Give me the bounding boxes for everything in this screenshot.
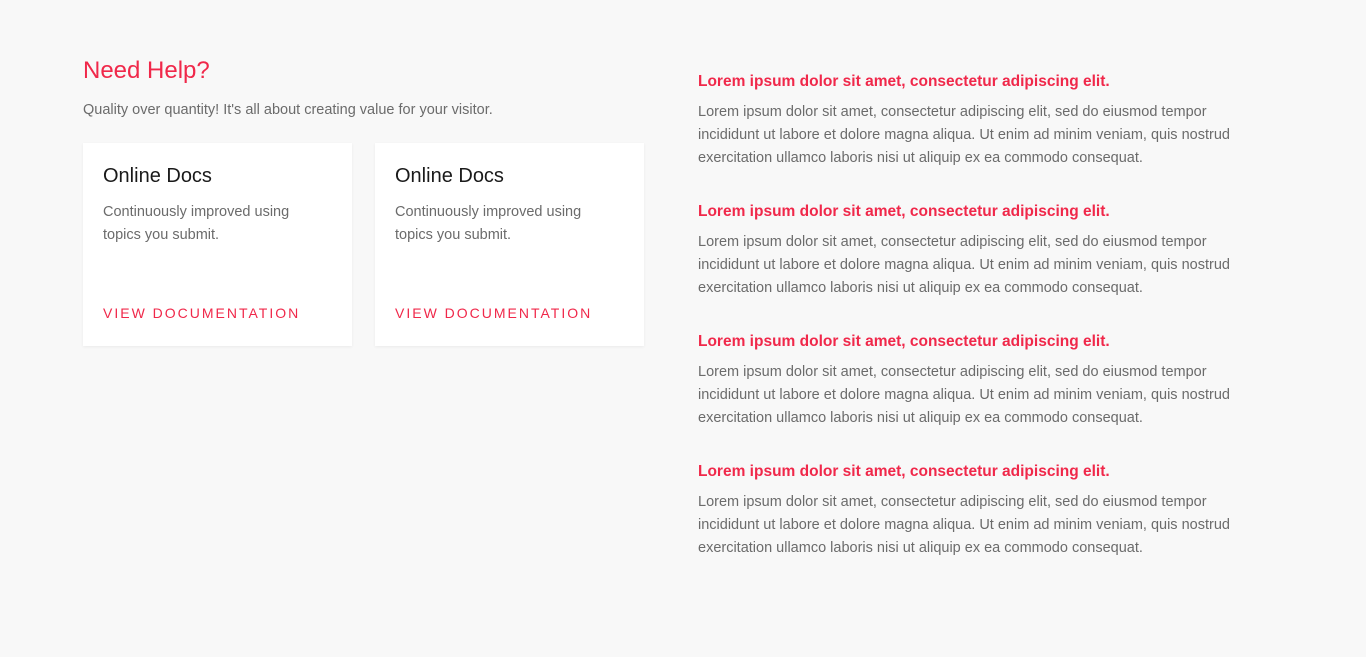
faq-answer: Lorem ipsum dolor sit amet, consectetur … (698, 234, 1230, 296)
faq-answer: Lorem ipsum dolor sit amet, consectetur … (698, 494, 1230, 556)
faq-answer: Lorem ipsum dolor sit amet, consectetur … (698, 364, 1230, 426)
docs-cards: Online Docs Continuously improved using … (83, 143, 645, 346)
view-documentation-link[interactable]: VIEW DOCUMENTATION (395, 305, 592, 321)
docs-card: Online Docs Continuously improved using … (83, 143, 352, 346)
faq-question: Lorem ipsum dolor sit amet, consectetur … (698, 73, 1110, 90)
card-description: Continuously improved using topics you s… (103, 204, 290, 243)
help-subtitle: Quality over quantity! It's all about cr… (83, 102, 493, 118)
faq-question: Lorem ipsum dolor sit amet, consectetur … (698, 333, 1110, 350)
faq-list: Lorem ipsum dolor sit amet, consectetur … (698, 70, 1278, 590)
help-heading: Need Help? (83, 57, 210, 84)
view-documentation-link[interactable]: VIEW DOCUMENTATION (103, 305, 300, 321)
faq-question: Lorem ipsum dolor sit amet, consectetur … (698, 203, 1110, 220)
faq-item: Lorem ipsum dolor sit amet, consectetur … (698, 70, 1278, 170)
faq-answer: Lorem ipsum dolor sit amet, consectetur … (698, 104, 1230, 166)
docs-card: Online Docs Continuously improved using … (375, 143, 644, 346)
help-intro: Need Help? Quality over quantity! It's a… (83, 56, 645, 346)
card-description: Continuously improved using topics you s… (395, 204, 582, 243)
card-title: Online Docs (395, 165, 504, 187)
faq-item: Lorem ipsum dolor sit amet, consectetur … (698, 460, 1278, 560)
help-section: Need Help? Quality over quantity! It's a… (0, 0, 1366, 657)
faq-item: Lorem ipsum dolor sit amet, consectetur … (698, 200, 1278, 300)
faq-item: Lorem ipsum dolor sit amet, consectetur … (698, 330, 1278, 430)
faq-question: Lorem ipsum dolor sit amet, consectetur … (698, 463, 1110, 480)
card-title: Online Docs (103, 165, 212, 187)
